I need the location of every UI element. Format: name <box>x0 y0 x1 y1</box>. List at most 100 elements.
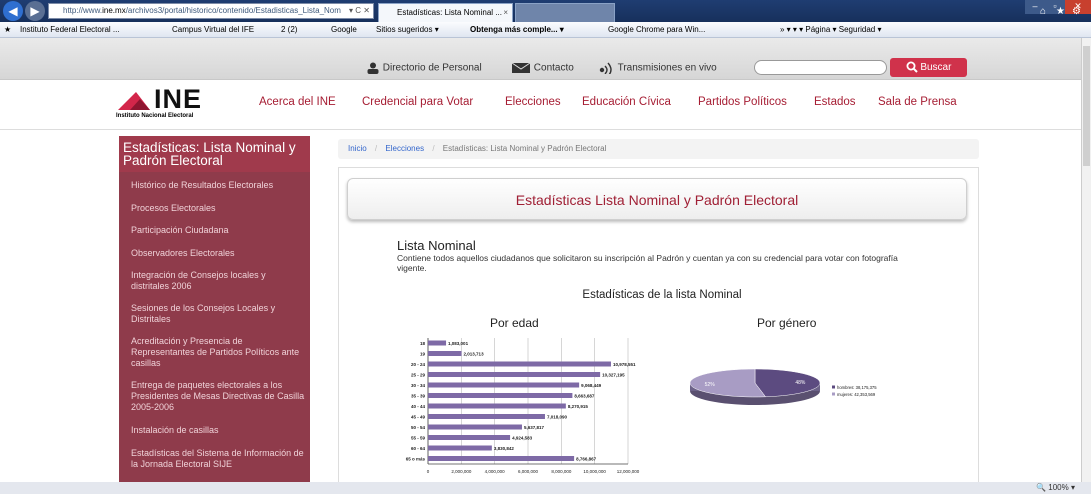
bar <box>428 435 511 440</box>
fav-ife[interactable]: Instituto Federal Electoral ... <box>20 22 120 37</box>
x-tick-label: 6,000,000 <box>518 469 539 474</box>
fav-chrome[interactable]: Google Chrome para Win... <box>608 22 705 37</box>
bar <box>428 382 580 388</box>
sidebar-item-acreditacion[interactable]: Acreditación y Presencia de Representant… <box>131 336 306 369</box>
search-button[interactable]: Buscar <box>890 58 967 77</box>
sidebar-title: Estadísticas: Lista Nominal y Padrón Ele… <box>119 136 310 172</box>
y-tick-label: 25 - 29 <box>411 373 426 378</box>
stats-title: Estadísticas de la lista Nominal <box>582 289 742 301</box>
forward-button[interactable]: ▶ <box>25 1 45 21</box>
data-label: 10,978,551 <box>613 362 636 367</box>
breadcrumb-inicio[interactable]: Inicio <box>348 144 367 153</box>
nav-estados[interactable]: Estados <box>814 96 856 108</box>
nav-credencial[interactable]: Credencial para Votar <box>362 96 473 108</box>
contacto-label: Contacto <box>533 62 574 74</box>
zoom-level[interactable]: 🔍 100% ▾ <box>1036 482 1075 494</box>
broadcast-icon <box>599 62 612 74</box>
x-tick-label: 10,000,000 <box>583 469 606 474</box>
page-scrollbar[interactable] <box>1081 38 1091 482</box>
fav-obtenga[interactable]: Obtenga más comple... ▾ <box>470 22 564 37</box>
scrollbar-thumb[interactable] <box>1083 46 1090 166</box>
age-chart-title: Por edad <box>490 316 539 330</box>
bar <box>428 340 447 346</box>
search-input[interactable] <box>754 60 887 75</box>
sidebar-item-entrega[interactable]: Entrega de paquetes electorales a los Pr… <box>131 380 306 413</box>
data-label: 9,068,449 <box>581 383 602 388</box>
settings-gear-icon[interactable]: ⚙ <box>1072 6 1081 17</box>
directorio-link[interactable]: Directorio de Personal <box>366 62 482 74</box>
legend-label: mujeres: 42,353,569 <box>837 392 876 397</box>
bar <box>428 424 522 430</box>
back-arrow-icon: ◀ <box>8 4 18 18</box>
home-icon[interactable]: ⌂ <box>1040 6 1046 17</box>
bar <box>428 445 492 451</box>
y-tick-label: 50 - 54 <box>411 425 426 430</box>
ine-logo[interactable]: INE Instituto Nacional Electoral <box>116 86 240 120</box>
y-tick-label: 60 - 64 <box>411 446 426 451</box>
new-tab-button[interactable] <box>515 3 615 22</box>
data-label: 5,637,817 <box>524 425 545 430</box>
data-label: 10,327,195 <box>602 373 625 378</box>
url-domain: ine.mx <box>102 6 126 15</box>
gender-chart-title: Por género <box>757 316 817 330</box>
sidebar-item-sije[interactable]: Estadísticas del Sistema de Información … <box>131 448 306 470</box>
tab-estadisticas[interactable]: Estadísticas: Lista Nominal ... × <box>378 3 513 22</box>
tab-close-icon[interactable]: × <box>503 4 508 22</box>
directorio-label: Directorio de Personal <box>382 62 482 74</box>
legend-swatch <box>832 392 835 396</box>
nav-educacion[interactable]: Educación Cívica <box>582 96 671 108</box>
sidebar-item-participacion[interactable]: Participación Ciudadana <box>131 225 306 236</box>
transmisiones-link[interactable]: Transmisiones en vivo <box>597 62 717 74</box>
person-icon <box>367 62 379 74</box>
nav-acerca[interactable]: Acerca del INE <box>259 96 336 108</box>
sidebar-item-observadores[interactable]: Observadores Electorales <box>131 248 306 259</box>
sidebar-item-sesiones[interactable]: Sesiones de los Consejos Locales y Distr… <box>131 303 306 325</box>
breadcrumb-current: Estadísticas: Lista Nominal y Padrón Ele… <box>442 144 607 153</box>
page-title: Estadísticas Lista Nominal y Padrón Elec… <box>347 178 967 220</box>
sidebar-item-instalacion[interactable]: Instalación de casillas <box>131 425 306 436</box>
bar <box>428 414 545 419</box>
nav-sala-prensa[interactable]: Sala de Prensa <box>878 96 957 108</box>
fav-two[interactable]: 2 (2) <box>281 22 297 37</box>
contacto-link[interactable]: Contacto <box>511 62 574 74</box>
x-tick-label: 12,000,000 <box>617 469 640 474</box>
back-button[interactable]: ◀ <box>3 1 23 21</box>
data-label: 1,083,001 <box>448 341 469 346</box>
command-bar-tools[interactable]: » ▾ ▾ ▾ Página ▾ Seguridad ▾ <box>780 22 881 37</box>
y-tick-label: 55 - 59 <box>411 436 426 441</box>
favorites-star-icon[interactable]: ★ <box>4 22 11 37</box>
data-label: 7,018,090 <box>547 415 568 420</box>
address-controls[interactable]: ▾ C ✕ <box>349 4 370 18</box>
zoom-value: 100% <box>1048 483 1069 492</box>
logo-text: INE <box>154 84 203 114</box>
browser-titlebar: ◀ ▶ http://www.ine.mx/archivos3/portal/h… <box>0 0 1091 22</box>
favorites-star-icon[interactable]: ★ <box>1056 6 1065 17</box>
fav-campus[interactable]: Campus Virtual del IFE <box>172 22 254 37</box>
sidebar-item-procesos[interactable]: Procesos Electorales <box>131 203 306 214</box>
logo-subtitle: Instituto Nacional Electoral <box>116 113 194 119</box>
logo-mark-icon <box>118 92 150 110</box>
sidebar-item-integracion[interactable]: Integración de Consejos locales y distri… <box>131 270 306 292</box>
section-description: Contiene todos aquellos ciudadanos que s… <box>397 253 898 273</box>
forward-arrow-icon: ▶ <box>30 4 40 18</box>
tab-label: Estadísticas: Lista Nominal ... <box>397 8 502 17</box>
nav-elecciones[interactable]: Elecciones <box>505 96 561 108</box>
bar <box>428 361 611 367</box>
address-bar[interactable]: http://www.ine.mx/archivos3/portal/histo… <box>48 3 374 19</box>
nav-partidos[interactable]: Partidos Políticos <box>698 96 787 108</box>
fav-sitios[interactable]: Sitios sugeridos ▾ <box>376 22 439 37</box>
legend-swatch <box>832 385 835 389</box>
url-path: /archivos3/portal/historico/contenido/Es… <box>125 6 341 15</box>
y-tick-label: 45 - 49 <box>411 415 426 420</box>
transmisiones-label: Transmisiones en vivo <box>617 62 717 74</box>
bar <box>428 456 575 461</box>
legend-label: hombres: 38,175,375 <box>837 385 877 390</box>
sidebar-item-historico[interactable]: Histórico de Resultados Electorales <box>131 180 306 191</box>
breadcrumb-elecciones[interactable]: Elecciones <box>385 144 424 153</box>
data-label: 8,766,867 <box>576 457 597 462</box>
fav-google[interactable]: Google <box>331 22 357 37</box>
data-label: 8,663,687 <box>574 394 595 399</box>
age-bar-chart: 0 2,000,000 4,000,000 6,000,000 8,000,000 10,… <box>406 338 640 474</box>
x-tick-label: 4,000,000 <box>485 469 506 474</box>
bar <box>428 372 601 377</box>
